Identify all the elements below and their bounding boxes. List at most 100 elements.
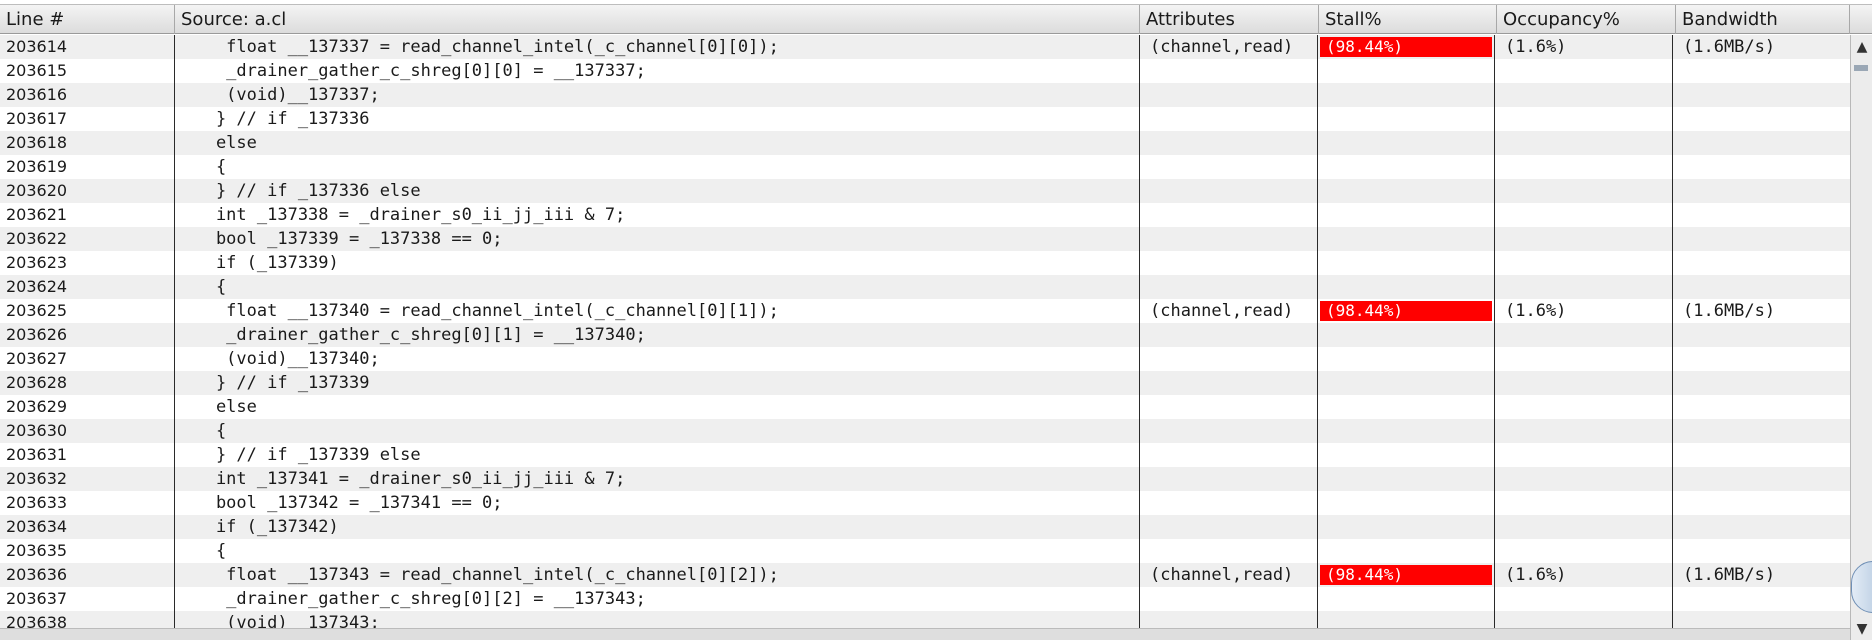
line-number-cell: 203625 [6,301,68,320]
attributes-cell [1140,203,1317,227]
occupancy-cell [1495,395,1672,419]
line-number-cell: 203635 [6,541,68,560]
table-row[interactable]: 203633 bool _137342 = _137341 == 0; [0,491,1850,515]
vertical-scrollbar[interactable]: ▲ ▼ [1850,35,1872,640]
line-number-cell: 203623 [6,253,68,272]
table-row[interactable]: 203632 int _137341 = _drainer_s0_ii_jj_i… [0,467,1850,491]
line-number-cell: 203630 [6,421,68,440]
column-header-attributes[interactable]: Attributes [1140,5,1319,34]
stall-cell [1318,83,1494,107]
table-row[interactable]: 203635 { [0,539,1850,563]
horizontal-scrollbar[interactable] [0,628,1850,640]
stall-cell: (98.44%) [1318,563,1494,587]
stall-cell: (98.44%) [1318,35,1494,59]
table-row[interactable]: 203626 _drainer_gather_c_shreg[0][1] = _… [0,323,1850,347]
table-row[interactable]: 203634 if (_137342) [0,515,1850,539]
attributes-cell [1140,419,1317,443]
attributes-cell [1140,515,1317,539]
occupancy-cell [1495,227,1672,251]
scroll-down-arrow-icon[interactable]: ▼ [1854,621,1870,637]
occupancy-cell [1495,83,1672,107]
table-row[interactable]: 203614 float __137337 = read_channel_int… [0,35,1850,59]
table-row[interactable]: 203637 _drainer_gather_c_shreg[0][2] = _… [0,587,1850,611]
bandwidth-cell [1673,155,1850,179]
stall-cell [1318,179,1494,203]
bandwidth-cell [1673,107,1850,131]
scroll-up-arrow-icon[interactable]: ▲ [1854,39,1870,55]
attributes-cell [1140,83,1317,107]
table-row[interactable]: 203627 (void)__137340; [0,347,1850,371]
stall-cell [1318,155,1494,179]
table-row[interactable]: 203625 float __137340 = read_channel_int… [0,299,1850,323]
bandwidth-cell [1673,83,1850,107]
attributes-cell [1140,227,1317,251]
occupancy-cell [1495,59,1672,83]
bandwidth-cell [1673,467,1850,491]
source-code-cell: _drainer_gather_c_shreg[0][0] = __137337… [175,61,646,81]
column-header-bandwidth[interactable]: Bandwidth [1676,5,1850,34]
attributes-cell [1140,251,1317,275]
stall-cell [1318,515,1494,539]
table-row[interactable]: 203623 if (_137339) [0,251,1850,275]
table-row[interactable]: 203619 { [0,155,1850,179]
source-code-cell: if (_137342) [175,517,339,537]
attributes-cell: (channel,read) [1150,565,1294,585]
source-code-cell: int _137341 = _drainer_s0_ii_jj_iii & 7; [175,469,626,489]
scrollbar-thumb[interactable] [1851,561,1872,613]
table-row[interactable]: 203628 } // if _137339 [0,371,1850,395]
table-body[interactable]: 203614 float __137337 = read_channel_int… [0,35,1850,640]
stall-cell [1318,323,1494,347]
source-code-cell: else [175,397,257,417]
column-header-stall[interactable]: Stall% [1319,5,1497,34]
table-row[interactable]: 203616 (void)__137337; [0,83,1850,107]
table-row[interactable]: 203618 else [0,131,1850,155]
attributes-cell [1140,491,1317,515]
table-row[interactable]: 203615 _drainer_gather_c_shreg[0][0] = _… [0,59,1850,83]
table-row[interactable]: 203622 bool _137339 = _137338 == 0; [0,227,1850,251]
profiler-source-table: Line # Source: a.cl Attributes Stall% Oc… [0,0,1872,640]
column-header-corner [1850,5,1872,34]
table-row[interactable]: 203630 { [0,419,1850,443]
table-row[interactable]: 203620 } // if _137336 else [0,179,1850,203]
stall-cell [1318,419,1494,443]
occupancy-cell: (1.6%) [1505,301,1567,321]
occupancy-cell [1495,275,1672,299]
source-code-cell: if (_137339) [175,253,339,273]
stall-cell [1318,467,1494,491]
table-row[interactable]: 203636 float __137343 = read_channel_int… [0,563,1850,587]
line-number-cell: 203629 [6,397,68,416]
bandwidth-cell [1673,443,1850,467]
bandwidth-cell: (1.6MB/s) [1683,565,1776,585]
stall-cell [1318,395,1494,419]
column-header-source[interactable]: Source: a.cl [175,5,1140,34]
bandwidth-cell [1673,203,1850,227]
occupancy-cell [1495,251,1672,275]
occupancy-cell [1495,467,1672,491]
line-number-cell: 203636 [6,565,68,584]
line-number-cell: 203637 [6,589,68,608]
stall-cell [1318,371,1494,395]
stall-bar: (98.44%) [1320,565,1492,585]
occupancy-cell [1495,203,1672,227]
table-row[interactable]: 203624 { [0,275,1850,299]
source-code-cell: (void)__137337; [175,85,380,105]
stall-cell [1318,107,1494,131]
table-row[interactable]: 203617 } // if _137336 [0,107,1850,131]
source-code-cell: { [175,277,227,297]
bandwidth-cell: (1.6MB/s) [1683,37,1776,57]
column-header-occupancy[interactable]: Occupancy% [1497,5,1676,34]
occupancy-cell [1495,539,1672,563]
occupancy-cell [1495,419,1672,443]
source-code-cell: { [175,421,227,441]
table-row[interactable]: 203631 } // if _137339 else [0,443,1850,467]
attributes-cell [1140,395,1317,419]
table-row[interactable]: 203621 int _137338 = _drainer_s0_ii_jj_i… [0,203,1850,227]
table-row[interactable]: 203629 else [0,395,1850,419]
line-number-cell: 203619 [6,157,68,176]
attributes-cell: (channel,read) [1150,301,1294,321]
occupancy-cell [1495,323,1672,347]
line-number-cell: 203621 [6,205,68,224]
line-number-cell: 203634 [6,517,68,536]
column-header-line[interactable]: Line # [0,5,175,34]
source-code-cell: } // if _137339 else [175,445,421,465]
